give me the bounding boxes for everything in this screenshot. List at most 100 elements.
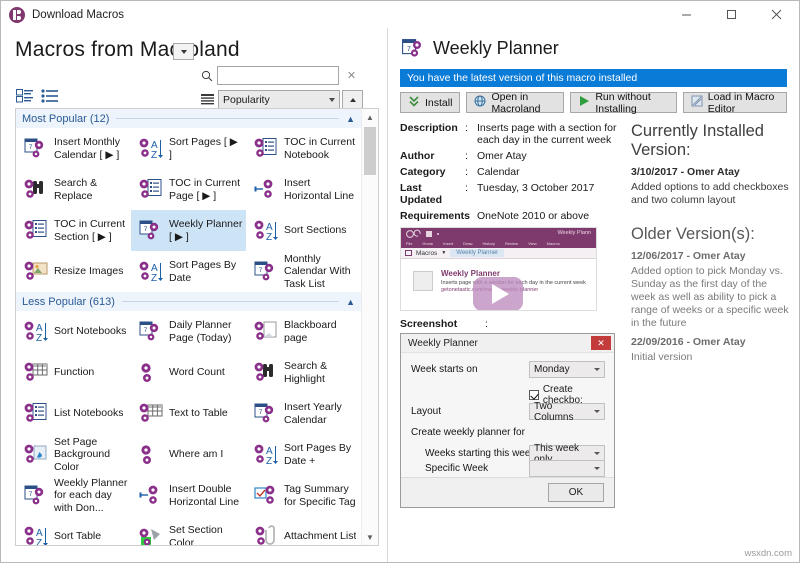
button-label: Install [425, 96, 453, 109]
gear-icon [139, 361, 164, 385]
macro-item[interactable]: Resize Images [16, 251, 131, 292]
open-in-macroland-button[interactable]: Open in Macroland [466, 91, 565, 115]
macro-item[interactable]: Insert Horizontal Line [246, 169, 361, 210]
metadata-row: Description : Inserts page with a sectio… [400, 122, 625, 146]
macro-group-header[interactable]: Most Popular (12) ▲ [16, 109, 361, 128]
minimize-button[interactable] [664, 1, 709, 28]
macro-item[interactable]: TOC in Current Page [ ▶ ] [131, 169, 246, 210]
list-page-gear-icon [254, 137, 279, 161]
macro-item[interactable]: Blackboard page [246, 311, 361, 352]
svg-text:Z: Z [151, 150, 157, 161]
chevron-down-icon [329, 97, 335, 102]
macro-item[interactable]: Search & Highlight [246, 352, 361, 393]
clear-search-button[interactable]: ✕ [341, 66, 362, 85]
gallery-source-dropdown[interactable] [173, 43, 194, 60]
macro-item[interactable]: A Z Sort Pages By Date + [246, 434, 361, 475]
scroll-down-icon[interactable]: ▼ [362, 529, 378, 545]
dialog-ok-button: OK [548, 483, 604, 502]
macro-item-label: TOC in Current Notebook [284, 136, 355, 161]
close-button[interactable] [754, 1, 799, 28]
macro-item[interactable]: A Z Sort Sections [246, 210, 361, 251]
video-preview[interactable]: Weekly Plann File Home Insert Draw History Re… [400, 227, 597, 311]
macro-item[interactable]: 7 Insert Monthly Calendar [ ▶ ] [16, 128, 131, 169]
screenshot-label: Screenshot [400, 318, 458, 330]
scrollbar-thumb[interactable] [364, 127, 376, 175]
install-button[interactable]: Install [400, 92, 461, 113]
macro-item[interactable]: 7 Weekly Planner [ ▶ ] [131, 210, 246, 251]
macro-item[interactable]: A Z Sort Table [16, 516, 131, 545]
metadata-value: Tuesday, 3 October 2017 [477, 182, 595, 194]
svg-text:Z: Z [36, 333, 42, 344]
search-input[interactable] [217, 66, 339, 85]
macro-group-header[interactable]: Less Popular (613) ▲ [16, 292, 361, 311]
detail-action-buttons: Install Open in Macroland Run without In… [400, 91, 787, 115]
globe-icon [474, 95, 486, 110]
macro-item[interactable]: TOC in Current Section [ ▶ ] [16, 210, 131, 251]
macro-item[interactable]: Insert Double Horizontal Line [131, 475, 246, 516]
macro-item[interactable]: Where am I [131, 434, 246, 475]
binoculars-gear-icon [24, 178, 49, 202]
scroll-up-icon[interactable]: ▲ [362, 109, 378, 125]
checkbox-gear-icon [254, 484, 279, 508]
macro-item[interactable]: List Notebooks [16, 393, 131, 434]
macro-item[interactable]: 7 Monthly Calendar With Task List [246, 251, 361, 292]
screenshot-dialog-image: Weekly Planner ✕ Week starts on Monday C… [400, 333, 615, 508]
macro-item-label: Sort Pages [ ▶ ] [169, 136, 238, 161]
macro-item[interactable]: 7 Insert Yearly Calendar [246, 393, 361, 434]
dialog-label-week-starts-on: Week starts on [411, 364, 478, 375]
run-without-installing-button[interactable]: Run without Installing [570, 91, 677, 115]
macro-item[interactable]: Text to Table [131, 393, 246, 434]
video-tab-menu: Macros [416, 249, 438, 257]
sort-select[interactable]: Popularity [218, 90, 340, 109]
older-version-entry: 12/06/2017 - Omer Atay Added option to p… [631, 250, 789, 330]
download-macros-window: Download Macros Macros from Macroland ✕ … [0, 0, 800, 563]
svg-text:7: 7 [259, 409, 263, 416]
metadata-row: Last Updated : Tuesday, 3 October 2017 [400, 182, 625, 206]
macro-item[interactable]: Set Page Background Color [16, 434, 131, 475]
page-title: Macros from Macroland [15, 38, 240, 61]
maximize-button[interactable] [709, 1, 754, 28]
macro-item[interactable]: Function [16, 352, 131, 393]
calendar-gear-icon: 7 [24, 484, 49, 508]
metadata-row: Category : Calendar [400, 166, 625, 178]
dialog-body: Week starts on Monday Create checkbo: La… [401, 353, 614, 477]
macro-item[interactable]: Word Count [131, 352, 246, 393]
page-gear-icon [254, 320, 279, 344]
macro-item[interactable]: TOC in Current Notebook [246, 128, 361, 169]
dialog-label-create-for: Create weekly planner for [411, 427, 525, 438]
video-ribbon-tab: Insert [443, 241, 454, 246]
macro-item[interactable]: 7 Daily Planner Page (Today) [131, 311, 246, 352]
dialog-select-layout-value: Two Columns [534, 400, 574, 423]
chevron-up-icon[interactable]: ▲ [346, 114, 355, 124]
load-in-macro-editor-button[interactable]: Load in Macro Editor [682, 91, 787, 115]
macro-item[interactable]: Tag Summary for Specific Tag [246, 475, 361, 516]
detail-view-icon[interactable] [16, 89, 33, 103]
svg-text:7: 7 [144, 226, 148, 233]
older-version-date: 22/09/2016 - Omer Atay [631, 336, 746, 348]
metadata-colon: : [465, 122, 468, 134]
video-ribbon-tabs: File Home Insert Draw History Review View Macro… [401, 239, 596, 248]
play-button-icon[interactable] [473, 277, 523, 310]
sort-direction-button[interactable] [342, 90, 363, 109]
macro-list-scrollbar[interactable]: ▲ ▼ [361, 109, 378, 545]
macro-item[interactable]: A Z Sort Pages [ ▶ ] [131, 128, 246, 169]
current-version-heading: Currently Installed Version: [631, 122, 764, 159]
dialog-label-specific-week: Specific Week [425, 463, 489, 474]
older-version-note: Added option to pick Monday vs. Sunday a… [631, 265, 789, 329]
macro-item[interactable]: A Z Sort Pages By Date [131, 251, 246, 292]
detail-title: Weekly Planner [433, 38, 559, 58]
macro-item[interactable]: A Z Sort Notebooks [16, 311, 131, 352]
chevron-down-icon [594, 410, 600, 413]
chevron-up-icon[interactable]: ▲ [346, 297, 355, 307]
search-icon [201, 70, 213, 81]
metadata-value: Calendar [477, 166, 520, 178]
list-view-icon[interactable] [41, 89, 58, 103]
video-ribbon-tab: History [482, 241, 495, 246]
macro-item[interactable]: Attachment List [246, 516, 361, 545]
macro-gallery-pane: Macros from Macroland ✕ Popularity Most … [1, 28, 387, 562]
metadata-value: OneNote 2010 or above [477, 210, 590, 222]
macro-item[interactable]: 7 Weekly Planner for each day with Don..… [16, 475, 131, 516]
video-tab-strip: Macros ▼ Weekly Planner [401, 248, 596, 259]
macro-item[interactable]: Search & Replace [16, 169, 131, 210]
macro-item[interactable]: Set Section Color [131, 516, 246, 545]
